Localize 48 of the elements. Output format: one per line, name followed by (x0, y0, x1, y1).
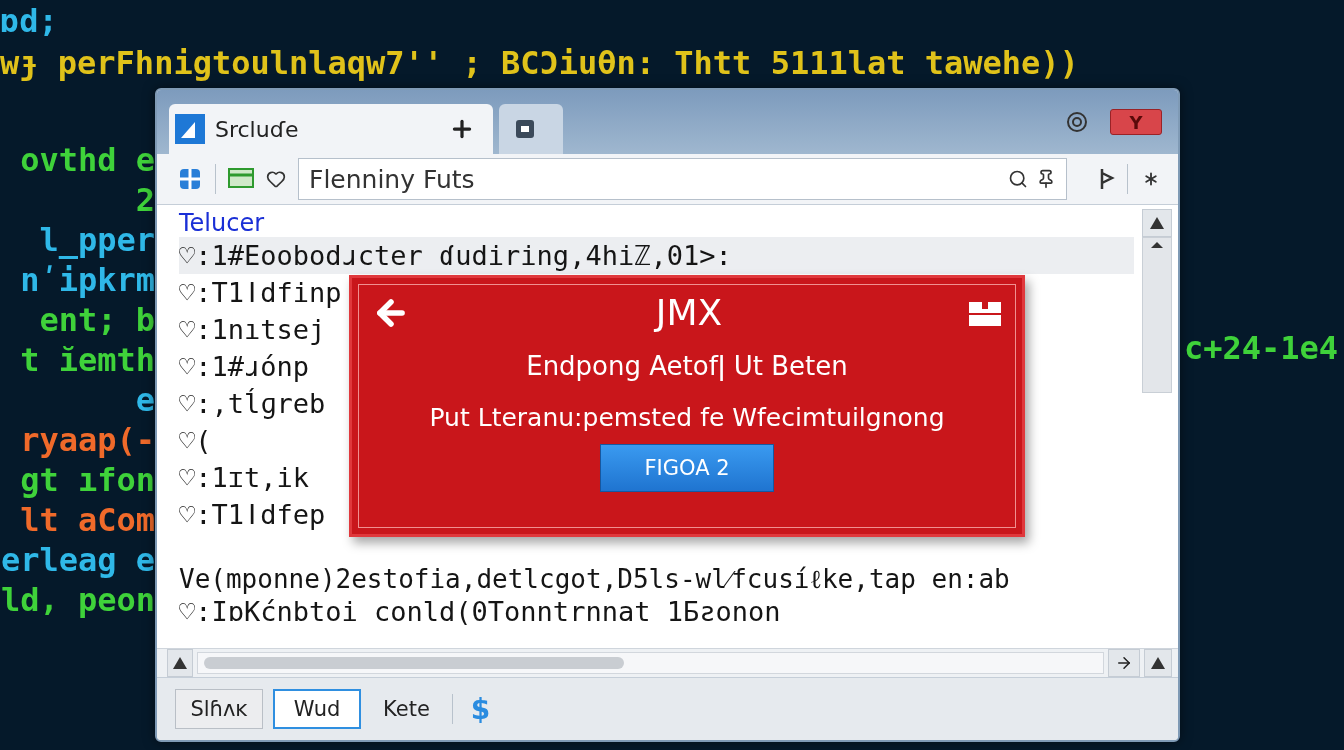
triangle-up-icon (1149, 216, 1165, 230)
pin-icon[interactable] (1036, 169, 1056, 189)
code-text: nʹipkrm (20, 260, 155, 300)
list-row[interactable]: ♡:1#Eoobodɹcter ɗudiring,4hiℤ,01>: (179, 237, 1134, 274)
vertical-scrollbar[interactable] (1142, 237, 1172, 393)
code-text: t ĭemth (20, 340, 155, 380)
browser-tab[interactable]: Srcluɗe (169, 104, 493, 154)
code-text: e (135, 380, 155, 420)
code-text: lt aCom (20, 500, 155, 540)
code-text: 2 (135, 180, 155, 220)
browser-tab[interactable] (499, 104, 563, 154)
dialog-button[interactable]: FIGOA 2 (600, 444, 774, 492)
code-text: ɒd; (0, 1, 58, 42)
text-line: Ve(mponne)2estofia,detlcgot,D5ls-wl⁄fcusíℓke,tap en:ab (179, 563, 1010, 596)
code-text: ld, peon (0, 580, 155, 620)
dialog-message: Put Lteranu:pemsted fe Wfecimtuilgnong (429, 403, 945, 432)
address-field[interactable]: Flenniny Futs (298, 158, 1067, 200)
grid-icon[interactable] (177, 166, 203, 192)
arrow-right-icon (1115, 654, 1133, 672)
code-text: ovthd e (20, 140, 155, 180)
caret-up-icon (1151, 242, 1163, 248)
footer-button[interactable]: Wud (273, 689, 361, 729)
triangle-up-icon (172, 656, 188, 670)
code-text: ryaap(- (20, 420, 155, 460)
code-text: c+24-1e4 (1184, 328, 1339, 368)
code-text: ent; b (39, 300, 155, 340)
app-icon (175, 114, 205, 144)
search-icon[interactable] (1008, 169, 1028, 189)
code-text: erleag e (0, 540, 155, 580)
scroll-up-button[interactable] (1144, 649, 1172, 677)
text-line: ♡:IɒKćnbtoi conld(0Tonntrnnat 1Ƃƨonon (179, 597, 781, 627)
window-icon[interactable] (228, 168, 254, 190)
horizontal-scrollbar[interactable] (197, 652, 1104, 674)
list-heading: Telucer (179, 209, 265, 237)
scroll-up-button[interactable] (167, 649, 193, 677)
footer-button[interactable]: Slɦʌĸ (175, 689, 263, 729)
code-text: gt ıfon (20, 460, 155, 500)
dialog-title: JMX (655, 292, 723, 333)
scroll-right-button[interactable] (1108, 649, 1140, 677)
footer-button[interactable]: Kete (371, 689, 442, 729)
heart-icon[interactable] (266, 169, 286, 189)
circle-icon[interactable] (1066, 111, 1088, 133)
code-text: l_pper (39, 220, 155, 260)
code-text: wɟ perFhnigtoulnlaqw7'' ; ВCƆiuθn: Thtt 5111lat tawehe)) (0, 43, 1079, 84)
dialog-heading: Endpong Aetofǀ Ut Beten (526, 351, 848, 381)
scroll-up-button[interactable] (1142, 209, 1172, 237)
triangle-up-icon (1150, 656, 1166, 670)
tab-icon (516, 120, 534, 138)
